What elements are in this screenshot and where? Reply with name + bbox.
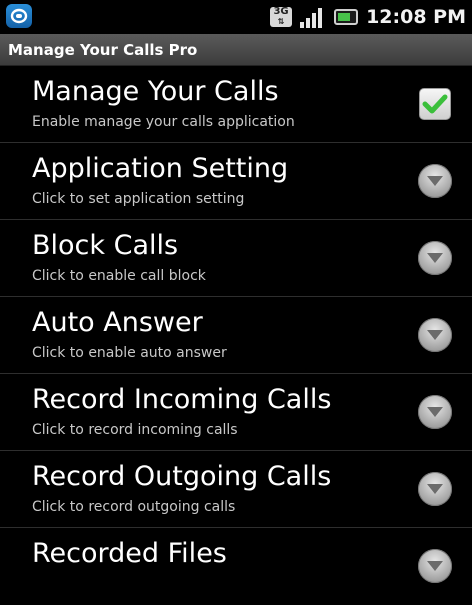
- chevron-down-icon[interactable]: [418, 241, 452, 275]
- setting-subtitle: Enable manage your calls application: [32, 114, 295, 130]
- setting-title: Manage Your Calls: [32, 76, 279, 107]
- status-clock: 12:08 PM: [366, 6, 466, 28]
- setting-row-manage-your-calls[interactable]: Manage Your Calls Enable manage your cal…: [0, 66, 472, 143]
- setting-title: Auto Answer: [32, 307, 203, 338]
- status-bar: 3G ⇅ 12:08 PM: [0, 0, 472, 34]
- chevron-down-icon[interactable]: [418, 472, 452, 506]
- setting-title: Block Calls: [32, 230, 179, 261]
- setting-title: Record Incoming Calls: [32, 384, 332, 415]
- setting-row-record-outgoing-calls[interactable]: Record Outgoing Calls Click to record ou…: [0, 451, 472, 528]
- setting-title: Recorded Files: [32, 538, 227, 569]
- app-title: Manage Your Calls Pro: [8, 40, 198, 59]
- battery-icon: [334, 9, 359, 25]
- setting-subtitle: Click to record incoming calls: [32, 422, 238, 438]
- setting-row-auto-answer[interactable]: Auto Answer Click to enable auto answer: [0, 297, 472, 374]
- chevron-down-icon[interactable]: [418, 164, 452, 198]
- title-bar: Manage Your Calls Pro: [0, 34, 472, 66]
- chevron-down-icon[interactable]: [418, 395, 452, 429]
- chevron-down-icon[interactable]: [418, 318, 452, 352]
- setting-row-block-calls[interactable]: Block Calls Click to enable call block: [0, 220, 472, 297]
- setting-row-recorded-files[interactable]: Recorded Files: [0, 528, 472, 605]
- setting-subtitle: Click to enable auto answer: [32, 345, 227, 361]
- setting-title: Application Setting: [32, 153, 289, 184]
- enable-app-checkbox[interactable]: [419, 88, 451, 120]
- setting-subtitle: Click to set application setting: [32, 191, 245, 207]
- 3g-network-icon: 3G ⇅: [270, 6, 293, 27]
- app-notification-icon: [6, 4, 32, 28]
- settings-list: Manage Your Calls Enable manage your cal…: [0, 66, 472, 605]
- checkmark-icon: [422, 94, 448, 114]
- setting-subtitle: Click to record outgoing calls: [32, 499, 236, 515]
- setting-row-application-setting[interactable]: Application Setting Click to set applica…: [0, 143, 472, 220]
- setting-row-record-incoming-calls[interactable]: Record Incoming Calls Click to record in…: [0, 374, 472, 451]
- setting-title: Record Outgoing Calls: [32, 461, 332, 492]
- setting-subtitle: Click to enable call block: [32, 268, 206, 284]
- signal-strength-icon: [300, 6, 326, 28]
- chevron-down-icon[interactable]: [418, 549, 452, 583]
- network-label: 3G: [273, 6, 289, 17]
- status-icons: 3G ⇅ 12:08 PM: [270, 0, 466, 34]
